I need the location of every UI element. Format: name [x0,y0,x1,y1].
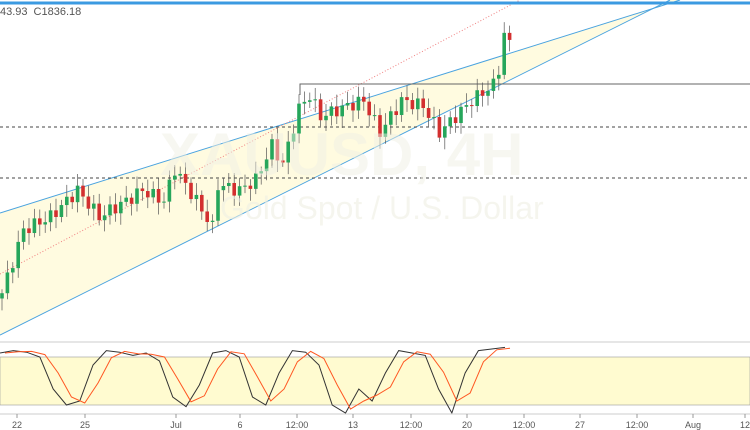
candle [156,188,161,203]
x-tick-label: 20 [462,420,472,430]
x-tick-label: 12:00 [626,420,649,430]
candle [335,106,339,117]
x-tick-label: 12 [740,420,750,430]
candle [372,115,377,117]
candle [313,99,317,101]
x-tick-label: 12:00 [286,420,309,430]
candle [38,218,42,225]
candle [302,101,307,104]
candle [416,98,420,110]
candle [470,105,474,107]
candle [308,100,312,102]
candle [410,100,415,110]
candle [113,204,118,214]
candle [75,185,80,203]
stoch-band [0,356,750,406]
candle [421,98,425,109]
candle [119,201,123,214]
x-tick-label: 6 [237,420,242,430]
candle [356,96,361,111]
candle [54,210,58,218]
x-tick-label: 12:00 [400,420,423,430]
candle [27,228,31,234]
chart-area[interactable]: 22 25 Jul 6 12:00 13 12:00 20 12:00 27 12:00 Aug 12 … [0,0,750,430]
candle [81,185,85,197]
candle [507,32,512,40]
candle [162,201,166,203]
candle [151,188,155,198]
candle [21,228,26,242]
candle [399,97,404,116]
candle [426,108,431,118]
x-tick-label: 13 [348,420,358,430]
open-value: 43.93 [0,6,28,18]
candle [394,111,398,116]
candle [43,222,47,225]
candle [48,210,53,223]
candle [200,194,204,212]
candle [502,32,506,75]
candle [194,194,199,200]
candle [146,191,150,198]
watermark-name: Gold Spot / U.S. Dollar [220,190,544,226]
candle [318,99,323,121]
candle [102,215,107,221]
candle [129,197,134,204]
candle [124,197,128,202]
time-axis-ticks: 22 25 Jul 6 12:00 13 12:00 20 12:00 27 12:00 Aug 12 [12,414,750,430]
candle [135,188,139,204]
candle [16,241,20,269]
candle [210,220,215,222]
candle [340,105,344,117]
candle [205,211,209,222]
x-tick-label: Jul [170,420,182,430]
candle [367,101,371,116]
candle [108,204,112,216]
x-tick-label: 27 [575,420,585,430]
x-tick-label: 25 [80,420,90,430]
candle [405,97,409,101]
candle [345,102,350,106]
candle [5,272,10,294]
candle [97,203,101,221]
candle [140,188,145,192]
close-value: C1836.18 [33,6,82,18]
candle [11,268,15,273]
candle [491,78,496,91]
watermark-symbol: XAUUSD, 4H [160,121,524,188]
candle [65,196,69,206]
candle [0,293,4,299]
candle [497,74,501,79]
candle [59,205,64,218]
candle [486,90,490,96]
candle [329,106,334,116]
candle [464,105,469,107]
candle [92,203,96,209]
candle [32,218,37,234]
candle [475,90,479,107]
x-tick-label: 12:00 [513,420,536,430]
candle [432,117,436,119]
candle [362,96,366,102]
candle [351,102,355,111]
ohlc-readout: 43.93 C1836.18 [0,6,87,18]
x-tick-label: 22 [12,420,22,430]
resistance-line[interactable] [299,83,750,95]
candle [70,196,74,203]
x-tick-label: Aug [685,420,701,430]
candle [86,196,91,209]
candle [480,90,485,96]
